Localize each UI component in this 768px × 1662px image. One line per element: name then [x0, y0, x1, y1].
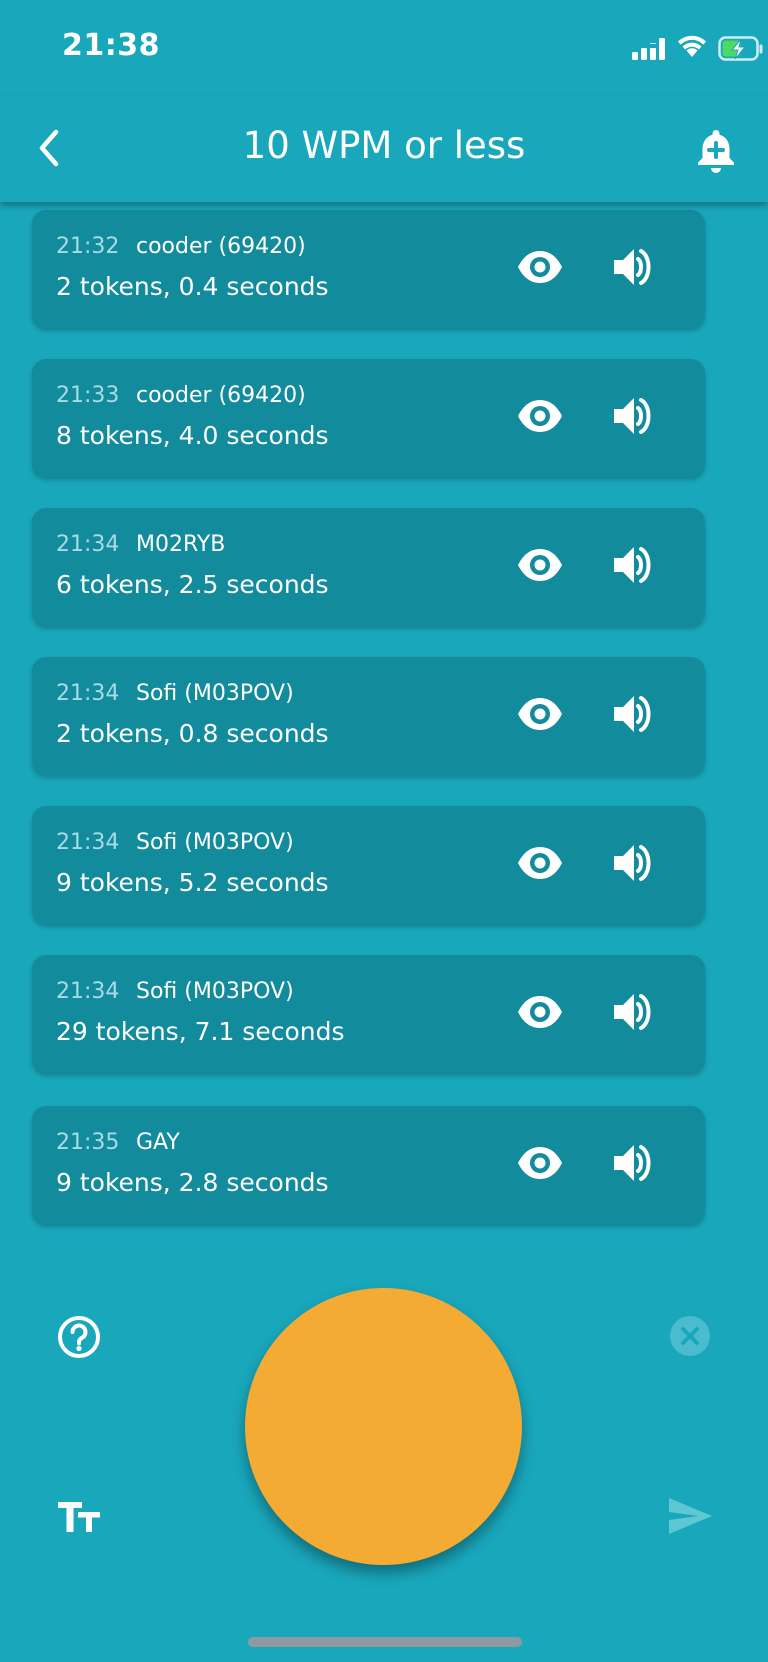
view-button[interactable] [516, 1139, 564, 1187]
send-button[interactable] [666, 1494, 714, 1538]
message-time: 21:33 [56, 383, 120, 408]
eye-icon [518, 847, 562, 879]
message-list[interactable]: 21:32 cooder (69420) 2 tokens, 0.4 secon… [0, 202, 768, 1238]
play-button[interactable] [610, 690, 658, 738]
message-summary: 2 tokens, 0.4 seconds [56, 272, 329, 301]
battery-charging-icon [718, 36, 763, 61]
app-bar: 10 WPM or less [0, 96, 768, 202]
bell-plus-icon [698, 130, 734, 173]
message-sender: M02RYB [136, 532, 226, 557]
play-button[interactable] [610, 392, 658, 440]
view-button[interactable] [516, 839, 564, 887]
message-card[interactable]: 21:32 cooder (69420) 2 tokens, 0.4 secon… [32, 210, 705, 328]
speaker-icon [614, 249, 651, 285]
message-time: 21:32 [56, 234, 120, 259]
message-time: 21:34 [56, 830, 120, 855]
close-circle-icon [670, 1316, 710, 1356]
play-button[interactable] [610, 243, 658, 291]
clear-button[interactable] [668, 1314, 712, 1358]
play-button[interactable] [610, 988, 658, 1036]
speaker-icon [614, 547, 651, 583]
message-card[interactable]: 21:34 Sofi (M03POV) 2 tokens, 0.8 second… [32, 657, 705, 775]
play-button[interactable] [610, 541, 658, 589]
view-button[interactable] [516, 541, 564, 589]
message-time: 21:34 [56, 681, 120, 706]
morse-key-button[interactable] [245, 1288, 522, 1565]
help-circle-icon [58, 1316, 100, 1358]
help-button[interactable] [56, 1314, 102, 1360]
message-summary: 29 tokens, 7.1 seconds [56, 1017, 345, 1046]
add-alert-button[interactable] [690, 124, 742, 176]
speaker-icon [614, 1145, 651, 1181]
message-sender: Sofi (M03POV) [136, 681, 294, 706]
speaker-icon [614, 696, 651, 732]
message-time: 21:34 [56, 532, 120, 557]
message-time: 21:34 [56, 979, 120, 1004]
play-button[interactable] [610, 839, 658, 887]
message-summary: 6 tokens, 2.5 seconds [56, 570, 329, 599]
status-icons [632, 34, 763, 64]
home-indicator[interactable] [248, 1637, 522, 1647]
message-card[interactable]: 21:34 Sofi (M03POV) 29 tokens, 7.1 secon… [32, 955, 705, 1073]
view-button[interactable] [516, 243, 564, 291]
speaker-icon [614, 398, 651, 434]
eye-icon [518, 549, 562, 581]
speaker-icon [614, 845, 651, 881]
message-summary: 9 tokens, 2.8 seconds [56, 1168, 329, 1197]
view-button[interactable] [516, 392, 564, 440]
eye-icon [518, 251, 562, 283]
eye-icon [518, 996, 562, 1028]
text-size-button[interactable] [56, 1494, 102, 1538]
text-size-icon [58, 1502, 100, 1532]
wifi-icon [678, 35, 706, 57]
message-card[interactable]: 21:34 Sofi (M03POV) 9 tokens, 5.2 second… [32, 806, 705, 924]
message-card[interactable]: 21:33 cooder (69420) 8 tokens, 4.0 secon… [32, 359, 705, 477]
message-sender: Sofi (M03POV) [136, 979, 294, 1004]
view-button[interactable] [516, 988, 564, 1036]
message-summary: 8 tokens, 4.0 seconds [56, 421, 329, 450]
status-bar: 21:38 [0, 0, 768, 96]
play-button[interactable] [610, 1139, 658, 1187]
signal-icon [632, 38, 665, 60]
screen: 21:38 10 WPM or less 21:32 cooder (69420… [0, 0, 768, 1662]
message-card[interactable]: 21:34 M02RYB 6 tokens, 2.5 seconds [32, 508, 705, 626]
speaker-icon [614, 994, 651, 1030]
eye-icon [518, 1147, 562, 1179]
status-time: 21:38 [62, 28, 160, 63]
message-sender: GAY [136, 1130, 180, 1155]
message-sender: Sofi (M03POV) [136, 830, 294, 855]
message-sender: cooder (69420) [136, 383, 306, 408]
eye-icon [518, 400, 562, 432]
page-title: 10 WPM or less [242, 124, 526, 167]
view-button[interactable] [516, 690, 564, 738]
message-summary: 2 tokens, 0.8 seconds [56, 719, 329, 748]
send-icon [669, 1498, 712, 1534]
message-sender: cooder (69420) [136, 234, 306, 259]
eye-icon [518, 698, 562, 730]
message-summary: 9 tokens, 5.2 seconds [56, 868, 329, 897]
message-card[interactable]: 21:35 GAY 9 tokens, 2.8 seconds [32, 1106, 705, 1224]
message-time: 21:35 [56, 1130, 120, 1155]
